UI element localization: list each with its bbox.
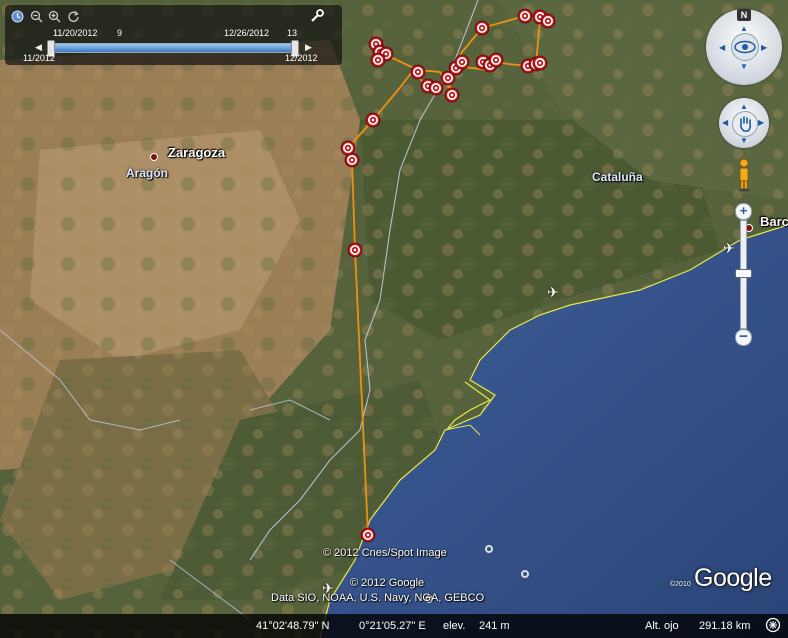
gps-marker[interactable] — [340, 140, 356, 156]
google-logo: Google — [694, 564, 772, 592]
gps-marker[interactable] — [488, 52, 504, 68]
eye-icon[interactable] — [731, 33, 759, 61]
gps-marker-group[interactable] — [340, 8, 556, 543]
gps-marker[interactable] — [365, 112, 381, 128]
gps-marker[interactable] — [474, 20, 490, 36]
gps-marker[interactable] — [370, 52, 386, 68]
range-end-count: 13 — [287, 28, 298, 38]
move-up-arrow[interactable]: ▲ — [740, 102, 748, 111]
look-down-arrow[interactable]: ▼ — [740, 62, 748, 71]
refresh-icon[interactable] — [67, 10, 80, 23]
gps-marker[interactable] — [347, 242, 363, 258]
cataluna-label[interactable]: Cataluña — [592, 170, 643, 184]
time-range-track[interactable] — [47, 43, 299, 53]
look-right-arrow[interactable]: ▶ — [761, 43, 767, 52]
gps-marker[interactable] — [517, 8, 533, 24]
elevation-readout: 241 m — [479, 620, 510, 632]
range-start-date: 11/20/2012 — [53, 28, 98, 38]
street-view-pegman-icon[interactable] — [737, 158, 751, 192]
zaragoza-city-dot — [150, 153, 158, 161]
aragon-label[interactable]: Aragón — [126, 166, 168, 180]
latitude-readout: 41°02'48.79" N — [256, 620, 330, 632]
barcelona-label[interactable]: Barc — [760, 214, 788, 229]
elevation-label: elev. — [443, 620, 466, 632]
logo-year: ©2010 — [670, 581, 691, 588]
gps-marker[interactable] — [360, 527, 376, 543]
hand-icon[interactable] — [732, 111, 758, 137]
google-copyright: © 2012 Google — [350, 577, 425, 589]
gps-marker[interactable] — [540, 13, 556, 29]
gps-marker[interactable] — [428, 80, 444, 96]
data-sources: Data SIO, NOAA, U.S. Navy, NGA, GEBCO — [271, 592, 485, 604]
gps-marker[interactable] — [410, 64, 426, 80]
range-end-date: 12/26/2012 — [224, 28, 270, 38]
zoom-in-button[interactable]: + — [735, 203, 752, 220]
look-left-arrow[interactable]: ◀ — [719, 43, 725, 52]
longitude-readout: 0°21'05.27" E — [359, 620, 426, 632]
move-left-arrow[interactable]: ◀ — [722, 118, 728, 127]
gps-marker[interactable] — [454, 54, 470, 70]
info-point-icon[interactable] — [521, 570, 529, 578]
wrench-icon[interactable] — [310, 9, 324, 26]
range-start-count: 9 — [117, 28, 123, 38]
north-indicator[interactable]: N — [737, 9, 751, 21]
gps-marker[interactable] — [444, 87, 460, 103]
eye-altitude-label: Alt. ojo — [645, 620, 679, 632]
eye-altitude-readout: 291.18 km — [699, 620, 751, 632]
slider-max-label: 12/2012 — [285, 53, 318, 63]
imagery-credit: © 2012 Cnes/Spot Image — [323, 547, 447, 559]
time-slider-panel[interactable]: 11/20/2012 9 12/26/2012 13 ◀ ▶ 11/2012 1… — [5, 5, 342, 65]
gps-track-layer — [340, 8, 556, 543]
zoom-in-time-icon[interactable] — [48, 10, 61, 23]
slider-left-arrow[interactable]: ◀ — [35, 42, 42, 53]
info-point-icon[interactable] — [485, 545, 493, 553]
zoom-slider-thumb[interactable] — [735, 269, 752, 278]
map-viewport[interactable]: Zaragoza Aragón Cataluña Barc ✈ ✈ ✈ 11/2… — [0, 0, 788, 638]
zoom-out-button[interactable]: − — [735, 329, 752, 346]
look-up-arrow[interactable]: ▲ — [740, 24, 748, 33]
gps-marker[interactable] — [532, 55, 548, 71]
airport-icon[interactable]: ✈ — [547, 284, 559, 301]
move-right-arrow[interactable]: ▶ — [758, 118, 764, 127]
streaming-progress-icon — [765, 617, 781, 633]
airport-icon[interactable]: ✈ — [723, 240, 735, 257]
slider-right-arrow[interactable]: ▶ — [305, 42, 312, 53]
slider-min-label: 11/2012 — [23, 53, 55, 63]
zaragoza-label[interactable]: Zaragoza — [168, 145, 225, 160]
zoom-out-time-icon[interactable] — [30, 10, 43, 23]
clock-icon[interactable] — [11, 10, 24, 23]
